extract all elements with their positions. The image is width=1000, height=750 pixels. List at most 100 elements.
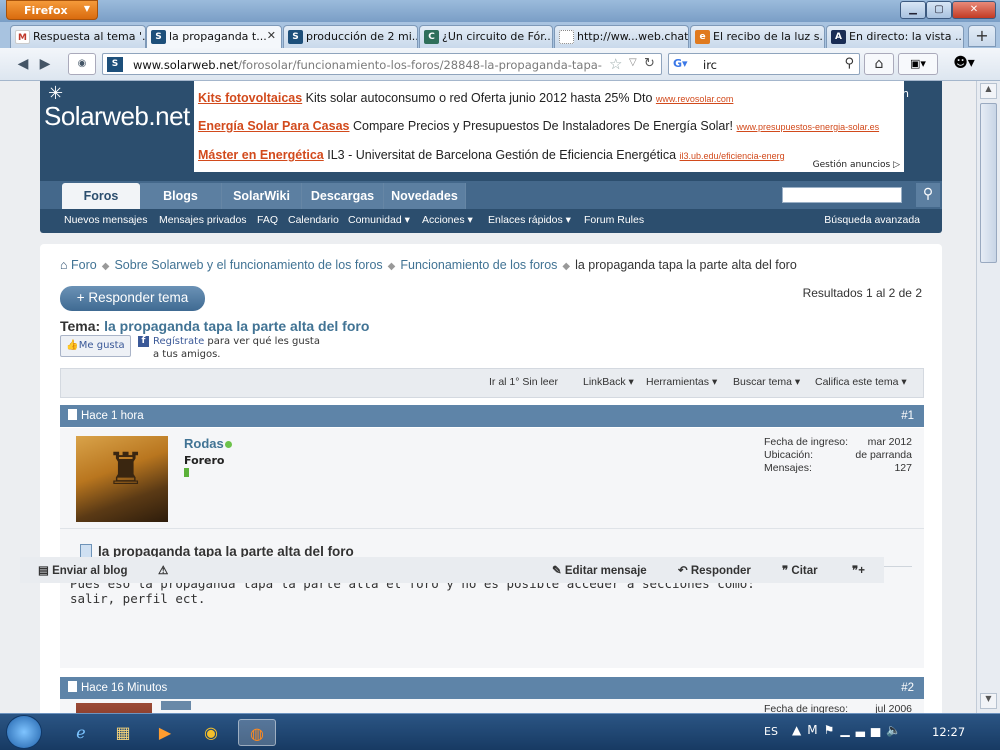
flag-icon[interactable]: ⚑ [824,723,841,737]
browser-tab[interactable]: S producción de 2 mi... [283,25,418,48]
close-tab-icon[interactable]: ✕ [267,29,276,42]
tools-menu[interactable]: Herramientas ▾ [646,376,717,388]
ad-url[interactable]: www.revosolar.com [656,94,734,104]
thread-title-link[interactable]: la propaganda tapa la parte alta del for… [104,318,369,334]
post-username[interactable]: Rodas [184,436,224,451]
subnav-new-posts[interactable]: Nuevos mensajes [64,214,147,226]
scroll-up-arrow-icon[interactable]: ▲ [980,83,997,99]
volume-icon[interactable]: 🔈 [886,723,907,737]
ad-url[interactable]: il3.ub.edu/eficiencia-energ [680,151,785,161]
site-search-input[interactable] [782,187,902,203]
site-identity-button[interactable]: ◉ [68,53,96,75]
post-number[interactable]: #1 [901,405,914,427]
language-indicator[interactable]: ES [764,725,778,738]
ad-title[interactable]: Kits fotovoltaicas [198,91,302,105]
post-actions-bar: ▤ Enviar al blog ⚠ ✎ Editar mensaje ↶ Re… [20,557,884,583]
linkback-menu[interactable]: LinkBack ▾ [583,376,634,388]
site-logo[interactable]: Solarweb.net [44,101,190,132]
ad-manage-link[interactable]: Gestión anuncios ▷ [808,160,900,170]
ad-title[interactable]: Energía Solar Para Casas [198,119,349,133]
network-icon[interactable]: ▁▃▅ [840,723,886,737]
search-bar[interactable]: G▾ irc ⚲ [668,53,860,75]
facebook-signup-link[interactable]: Regístrate [153,336,204,347]
tray-expand-icon[interactable]: ▲ [792,723,807,737]
firefox-menu-button[interactable]: Firefox ▼ [6,0,98,20]
gmail-notifier-icon[interactable]: M [807,723,823,737]
breadcrumb-item[interactable]: Foro [71,258,97,272]
subnav-calendar[interactable]: Calendario [288,214,339,226]
chrome-icon[interactable]: ◉ [192,719,230,746]
advanced-search-link[interactable]: Búsqueda avanzada [824,214,920,226]
bookmarks-menu-button[interactable]: ▣▾ [898,53,938,75]
new-tab-button[interactable]: + [968,25,996,47]
edit-post-button[interactable]: ✎ Editar mensaje [552,563,647,577]
back-button[interactable]: ◀ [14,54,32,75]
reload-icon[interactable]: ↻ [644,56,655,71]
file-explorer-icon[interactable]: ▦ [104,719,142,746]
subnav-forum-rules[interactable]: Forum Rules [584,214,644,226]
send-to-blog-button[interactable]: ▤ Enviar al blog [38,563,128,577]
search-icon[interactable]: ⚲ [916,183,940,207]
report-post-button[interactable]: ⚠ [158,563,168,577]
system-tray[interactable]: ▲M⚑▁▃▅🔈 [792,723,907,737]
breadcrumb-current: la propaganda tapa la parte alta del for… [575,258,797,272]
maximize-button[interactable]: ▢ [926,1,952,19]
subnav-community[interactable]: Comunidad ▾ [348,214,410,226]
quote-post-button[interactable]: ❞ Citar [782,563,818,577]
addon-icon[interactable]: ☻▾ [944,53,984,75]
home-icon[interactable]: ⌂ [864,53,894,75]
browser-tab[interactable]: e El recibo de la luz s... [690,25,825,48]
subnav-private-messages[interactable]: Mensajes privados [159,214,247,226]
firefox-icon[interactable]: ◍ [238,719,276,746]
minimize-button[interactable]: ▁ [900,1,926,19]
tab-blogs[interactable]: Blogs [140,183,222,209]
breadcrumb-item[interactable]: Funcionamiento de los foros [400,258,557,272]
subnav-quick-links[interactable]: Enlaces rápidos ▾ [488,214,571,226]
breadcrumb-item[interactable]: Sobre Solarweb y el funcionamiento de lo… [114,258,382,272]
avatar[interactable]: ♜ [76,436,168,522]
post-number[interactable]: #2 [901,677,914,699]
scroll-thumb[interactable] [980,103,997,263]
go-first-unread-link[interactable]: Ir al 1° Sin leer [489,376,558,388]
multi-quote-button[interactable]: ❞+ [852,563,865,577]
subnav-faq[interactable]: FAQ [257,214,278,226]
tab-descargas[interactable]: Descargas [302,183,384,209]
browser-tab[interactable]: C ¿Un circuito de Fór... [419,25,553,48]
tab-foros[interactable]: Foros [62,183,140,209]
url-dropdown-icon[interactable]: ▽ [629,57,637,68]
browser-tab[interactable]: A En directo: la vista ... [826,25,964,48]
close-window-button[interactable]: ✕ [952,1,996,19]
search-icon[interactable]: ⚲ [844,56,854,71]
home-icon[interactable]: ⌂ [60,258,68,272]
ad-title[interactable]: Máster en Energética [198,148,324,162]
browser-tab[interactable]: http://ww...web.chat [554,25,689,48]
ad-url[interactable]: www.presupuestos-energia-solar.es [737,122,880,132]
reply-thread-button[interactable]: + Responder tema [60,286,205,311]
tab-novedades[interactable]: Novedades [384,183,466,209]
forward-button[interactable]: ▶ [36,54,54,75]
ad-line[interactable]: Máster en Energética IL3 - Universitat d… [198,148,785,162]
scroll-down-arrow-icon[interactable]: ▼ [980,693,997,709]
clock[interactable]: 12:27 [932,725,965,739]
media-player-icon[interactable]: ▶ [146,719,184,746]
facebook-like-button[interactable]: 👍Me gusta [60,335,131,357]
search-input[interactable]: irc [703,58,717,72]
ad-line[interactable]: Kits fotovoltaicas Kits solar autoconsum… [198,91,733,105]
internet-explorer-icon[interactable]: ℯ [62,719,100,746]
reply-post-button[interactable]: ↶ Responder [678,563,751,577]
start-button[interactable] [6,715,42,749]
browser-tab[interactable]: M Respuesta al tema '... [10,25,146,48]
post-username[interactable] [161,701,191,710]
ad-line[interactable]: Energía Solar Para Casas Compare Precios… [198,119,879,133]
subnav-actions[interactable]: Acciones ▾ [422,214,473,226]
page-scrollbar[interactable]: ▲ ▼ [976,81,1000,713]
search-thread-menu[interactable]: Buscar tema ▾ [733,376,800,388]
tab-solarwiki[interactable]: SolarWiki [222,183,302,209]
url-bar[interactable]: S www.solarweb.net/forosolar/funcionamie… [102,53,662,75]
solarweb-icon: S [107,57,123,72]
google-icon[interactable]: G▾ [673,57,688,70]
browser-tab-active[interactable]: S la propaganda t... ✕ [146,25,282,48]
bookmark-star-icon[interactable]: ☆ [609,55,622,73]
rate-thread-menu[interactable]: Califica este tema ▾ [815,376,907,388]
avatar[interactable] [76,703,152,713]
